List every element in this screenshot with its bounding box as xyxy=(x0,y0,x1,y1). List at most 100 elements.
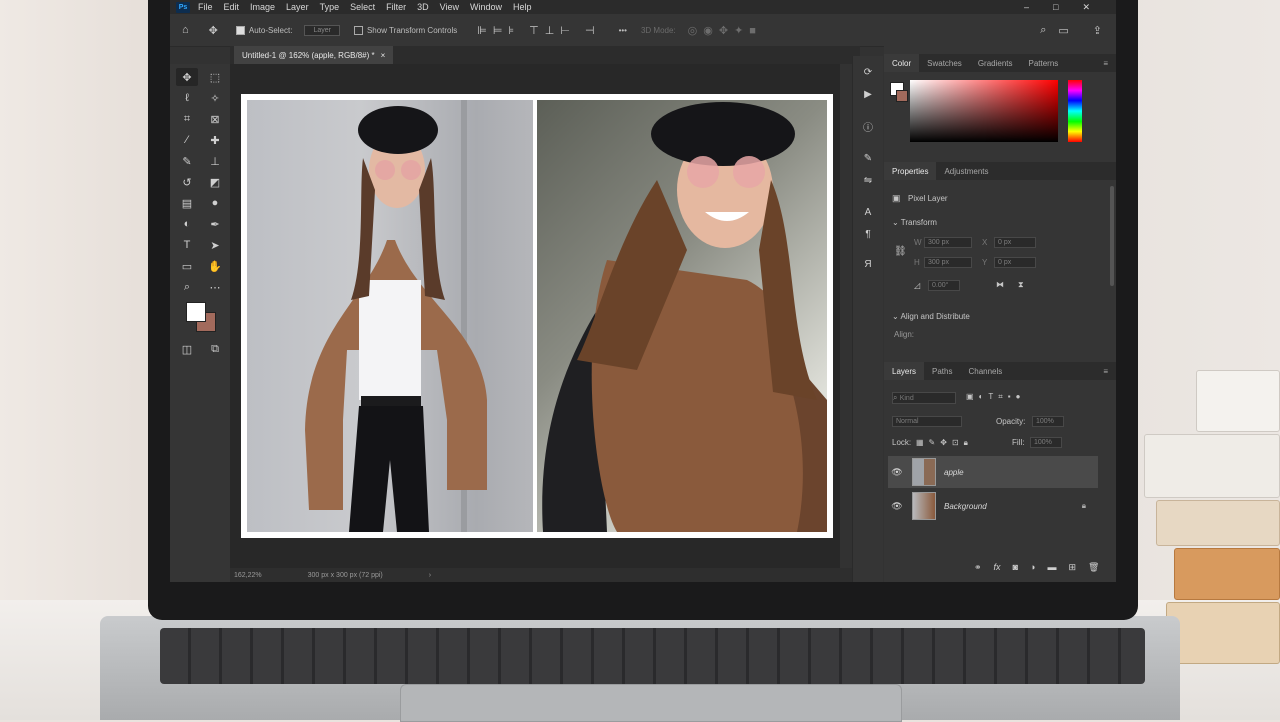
menu-3d[interactable]: 3D xyxy=(417,2,429,12)
layer-filter-icons[interactable]: ▣◐T⌗▪● xyxy=(966,392,1025,402)
more-options-button[interactable]: ••• xyxy=(619,26,627,35)
hue-slider[interactable] xyxy=(1068,80,1082,142)
menu-help[interactable]: Help xyxy=(513,2,532,12)
tab-patterns[interactable]: Patterns xyxy=(1021,54,1067,72)
actions-play-icon[interactable]: ▶ xyxy=(859,86,877,102)
show-transform-toggle[interactable]: Show Transform Controls xyxy=(353,25,457,35)
show-transform-checkbox[interactable] xyxy=(353,25,363,35)
menu-image[interactable]: Image xyxy=(250,2,275,12)
rectangle-tool-icon[interactable]: ▭ xyxy=(176,257,198,275)
frame-tool-icon[interactable]: ⊠ xyxy=(204,110,226,128)
move-tool-preset-icon[interactable]: ✥ xyxy=(209,24,218,37)
pen-tool-icon[interactable]: ✒ xyxy=(204,215,226,233)
menu-select[interactable]: Select xyxy=(350,2,375,12)
eraser-tool-icon[interactable]: ◩ xyxy=(204,173,226,191)
transform-section-header[interactable]: ⌄ Transform xyxy=(892,218,937,227)
clone-stamp-tool-icon[interactable]: ⊥ xyxy=(204,152,226,170)
crop-tool-icon[interactable]: ⌗ xyxy=(176,110,198,128)
tab-layers[interactable]: Layers xyxy=(884,362,925,380)
y-field[interactable]: 0 px xyxy=(994,257,1036,268)
workspace-icon[interactable]: ▭ xyxy=(1058,24,1068,37)
maximize-button[interactable]: □ xyxy=(1053,2,1058,13)
align-section-header[interactable]: ⌄ Align and Distribute xyxy=(892,312,970,321)
tab-swatches[interactable]: Swatches xyxy=(919,54,970,72)
screen-mode-icon[interactable]: ⧉ xyxy=(204,340,226,358)
foreground-color-swatch[interactable] xyxy=(186,302,206,322)
quick-mask-icon[interactable]: ◫ xyxy=(176,340,198,358)
menu-window[interactable]: Window xyxy=(470,2,502,12)
menu-type[interactable]: Type xyxy=(320,2,340,12)
auto-select-target-dropdown[interactable]: Layer xyxy=(304,24,340,36)
tab-channels[interactable]: Channels xyxy=(960,362,1010,380)
close-document-button[interactable]: × xyxy=(381,51,386,60)
new-layer-icon[interactable]: ⊞ xyxy=(1068,562,1076,573)
visibility-eye-icon[interactable]: 👁︎ xyxy=(888,467,906,478)
auto-select-checkbox[interactable] xyxy=(235,25,245,35)
link-dimensions-icon[interactable]: ⛓ xyxy=(894,246,907,257)
visibility-eye-icon[interactable]: 👁︎ xyxy=(888,501,906,512)
tab-gradients[interactable]: Gradients xyxy=(970,54,1021,72)
fx-icon[interactable]: fx xyxy=(994,562,1001,573)
type-tool-icon[interactable]: T xyxy=(176,236,198,254)
panel-menu-icon[interactable]: ≡ xyxy=(1095,54,1116,72)
search-icon[interactable]: ⌕ xyxy=(1040,24,1046,37)
history-brush-tool-icon[interactable]: ↺ xyxy=(176,173,198,191)
marquee-tool-icon[interactable]: ⬚ xyxy=(204,68,226,86)
path-selection-tool-icon[interactable]: ➤ xyxy=(204,236,226,254)
height-field[interactable]: 300 px xyxy=(924,257,972,268)
menu-edit[interactable]: Edit xyxy=(224,2,240,12)
canvas-area[interactable] xyxy=(230,64,840,568)
menu-file[interactable]: File xyxy=(198,2,213,12)
layer-name[interactable]: Background xyxy=(944,502,987,511)
eyedropper-tool-icon[interactable]: ⁄ xyxy=(176,131,198,149)
glyphs-icon[interactable]: Я xyxy=(859,256,877,272)
layer-row-background[interactable]: 👁︎ Background 🔒︎ xyxy=(888,490,1098,522)
brush-tool-icon[interactable]: ✎ xyxy=(176,152,198,170)
group-icon[interactable]: ▬ xyxy=(1047,562,1056,573)
lock-option-icons[interactable]: ▦✎✥⊡🔒︎ xyxy=(916,438,973,448)
paragraph-icon[interactable]: ¶ xyxy=(859,226,877,242)
fill-field[interactable]: 100% xyxy=(1030,437,1062,448)
3d-mode-icons[interactable]: ◎◉✥✦■ xyxy=(688,24,762,37)
tab-adjustments[interactable]: Adjustments xyxy=(936,162,996,180)
align-icons[interactable]: ⊫⊨⊧ ⊤⊥⊢ ⊣ xyxy=(477,24,600,37)
healing-brush-tool-icon[interactable]: ✚ xyxy=(204,131,226,149)
home-icon[interactable]: ⌂ xyxy=(182,24,189,36)
blend-mode-dropdown[interactable]: Normal xyxy=(892,416,962,427)
document-canvas[interactable] xyxy=(241,94,833,538)
menu-layer[interactable]: Layer xyxy=(286,2,309,12)
adjustment-icon[interactable]: ◑ xyxy=(1030,562,1035,573)
layers-panel-menu-icon[interactable]: ≡ xyxy=(1095,362,1116,380)
x-field[interactable]: 0 px xyxy=(994,237,1036,248)
layer-name[interactable]: apple xyxy=(944,468,964,477)
magic-wand-tool-icon[interactable]: ✧ xyxy=(204,89,226,107)
mask-icon[interactable]: ◙ xyxy=(1013,562,1018,573)
dodge-tool-icon[interactable]: ◐ xyxy=(176,215,198,233)
history-icon[interactable]: ⟳ xyxy=(859,64,877,80)
minimize-button[interactable]: – xyxy=(1024,2,1029,13)
trash-icon[interactable]: 🗑︎ xyxy=(1088,562,1099,573)
properties-scrollbar[interactable] xyxy=(1110,186,1114,286)
flip-vertical-icon[interactable]: ⧗ xyxy=(1018,280,1024,290)
tab-properties[interactable]: Properties xyxy=(884,162,937,180)
zoom-level[interactable]: 162,22% xyxy=(234,572,262,579)
menu-filter[interactable]: Filter xyxy=(386,2,406,12)
character-icon[interactable]: A xyxy=(859,204,877,220)
tab-paths[interactable]: Paths xyxy=(924,362,960,380)
blur-tool-icon[interactable]: ● xyxy=(204,194,226,212)
document-tab[interactable]: Untitled-1 @ 162% (apple, RGB/8#) * × xyxy=(234,46,394,64)
status-menu-arrow[interactable]: › xyxy=(429,572,431,579)
close-window-button[interactable]: ✕ xyxy=(1082,2,1090,13)
move-tool-icon[interactable]: ✥ xyxy=(176,68,198,86)
share-icon[interactable]: ⇪ xyxy=(1093,24,1102,37)
opacity-field[interactable]: 100% xyxy=(1032,416,1064,427)
width-field[interactable]: 300 px xyxy=(924,237,972,248)
hand-tool-icon[interactable]: ✋ xyxy=(204,257,226,275)
flip-horizontal-icon[interactable]: ⧓ xyxy=(996,280,1004,289)
layer-row-apple[interactable]: 👁︎ apple xyxy=(888,456,1098,488)
auto-select-target[interactable]: Layer xyxy=(304,24,340,36)
gradient-tool-icon[interactable]: ▤ xyxy=(176,194,198,212)
menu-view[interactable]: View xyxy=(440,2,459,12)
tab-color[interactable]: Color xyxy=(884,54,920,72)
auto-select-toggle[interactable]: Auto-Select: xyxy=(235,25,292,35)
